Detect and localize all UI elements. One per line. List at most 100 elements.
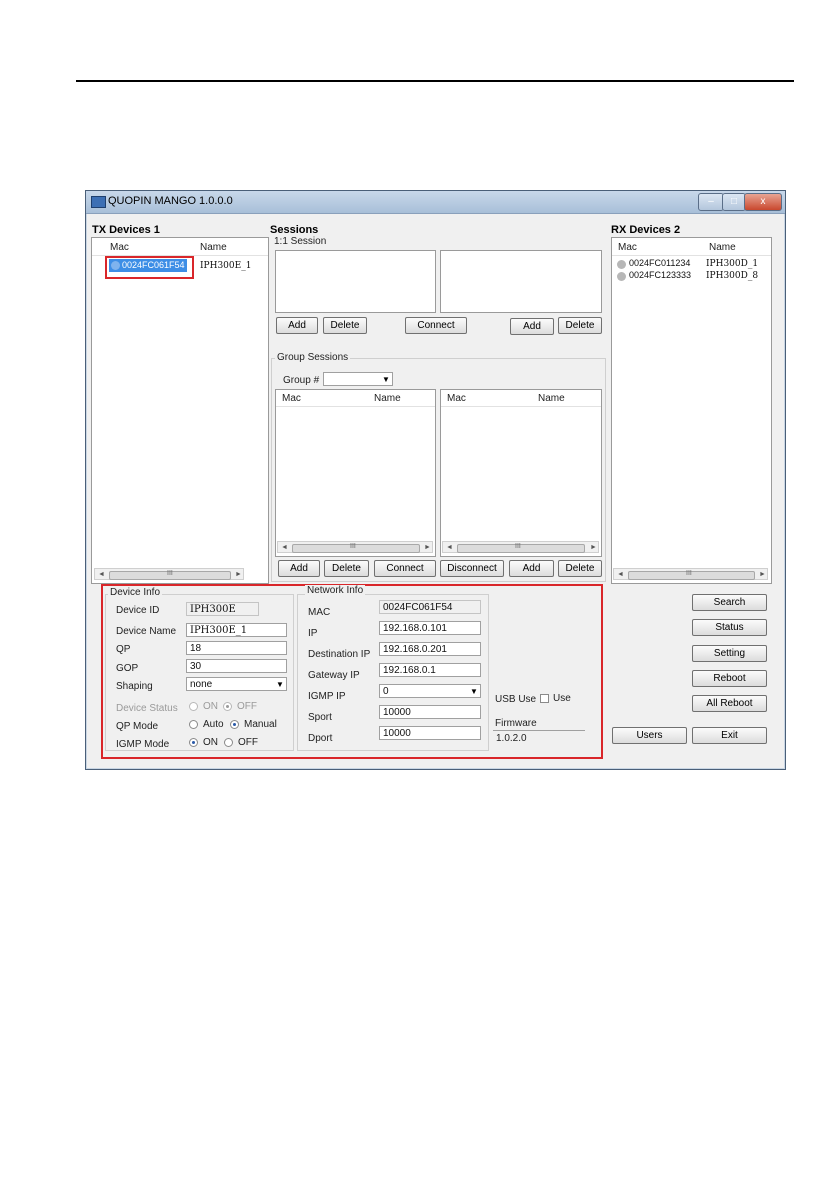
rx-horizontal-scrollbar[interactable]: ◄ III ► [613,568,768,580]
usb-use-check-label[interactable]: Use [553,693,571,704]
scroll-right-icon[interactable]: ► [235,569,242,580]
igmp-on-label[interactable]: ON [203,737,218,748]
group-connect-button[interactable]: Connect [374,560,436,577]
exit-button[interactable]: Exit [692,727,767,744]
scroll-right-icon[interactable]: ► [590,542,597,553]
qp-field[interactable]: 18 [186,641,287,655]
group-tx-col-name: Name [374,393,401,404]
firmware-version: 1.0.2.0 [496,733,527,744]
rx-devices-list[interactable]: Mac Name 0024FC011234 IPH300D_1 0024FC12… [611,237,772,584]
group-rx-list[interactable]: Mac Name ◄ III ► [440,389,602,557]
igmp-on-radio[interactable] [189,738,198,747]
rx-row-name: IPH300D_8 [706,271,759,281]
gateway-ip-label: Gateway IP [308,670,360,681]
session-tx-list[interactable] [275,250,436,313]
mac-field: 0024FC061F54 [379,600,481,614]
group-sessions-label: Group Sessions [275,352,351,363]
maximize-icon: □ [730,196,738,207]
destination-ip-label: Destination IP [308,649,371,660]
tx-row-mac: 0024FC061F54 [122,260,185,270]
group-tx-header-divider [276,406,435,407]
igmp-ip-select[interactable]: 0 ▼ [379,684,481,698]
list-item[interactable]: 0024FC123333 IPH300D_8 [616,270,771,282]
qp-mode-auto-label[interactable]: Auto [203,719,224,730]
scroll-right-icon[interactable]: ► [424,542,431,553]
group-tx-scrollbar[interactable]: ◄ III ► [277,541,433,553]
close-button[interactable]: x [744,193,782,211]
setting-button[interactable]: Setting [692,645,767,662]
device-status-dot [111,261,120,270]
list-item[interactable]: 0024FC011234 IPH300D_1 [616,258,771,270]
sport-field[interactable]: 10000 [379,705,481,719]
shaping-select[interactable]: none ▼ [186,677,287,691]
group-tx-col-mac: Mac [282,393,301,404]
tx-row-selected[interactable]: 0024FC061F54 [109,259,187,272]
users-button[interactable]: Users [612,727,687,744]
igmp-ip-value: 0 [383,686,389,697]
tx-horizontal-scrollbar[interactable]: ◄ III ► [94,568,244,580]
qp-mode-manual-radio[interactable] [230,720,239,729]
igmp-mode-label: IGMP Mode [116,739,170,750]
group-delete-button[interactable]: Delete [324,560,369,577]
scroll-left-icon[interactable]: ◄ [98,569,105,580]
qp-mode-auto-radio[interactable] [189,720,198,729]
session-connect-button[interactable]: Connect [405,317,467,334]
scroll-right-icon[interactable]: ► [759,569,766,580]
rx-header-divider [612,255,771,256]
chevron-down-icon[interactable]: ▼ [382,373,390,387]
usb-use-label: USB Use [495,694,537,705]
qp-mode-manual-label[interactable]: Manual [244,719,277,730]
usb-use-checkbox[interactable] [540,694,549,703]
scroll-left-icon[interactable]: ◄ [281,542,288,553]
rx-row-mac: 0024FC011234 [629,258,691,268]
one-to-one-session-label: 1:1 Session [274,236,327,247]
dport-field[interactable]: 10000 [379,726,481,740]
status-button[interactable]: Status [692,619,767,636]
reboot-button[interactable]: Reboot [692,670,767,687]
ip-field[interactable]: 192.168.0.101 [379,621,481,635]
tx-devices-title: TX Devices 1 [92,224,160,236]
device-name-field[interactable]: IPH300E_1 [186,623,287,637]
sessions-title: Sessions [270,224,319,236]
group-disconnect-button[interactable]: Disconnect [440,560,504,577]
chevron-down-icon[interactable]: ▼ [470,685,478,699]
igmp-off-radio[interactable] [224,738,233,747]
firmware-label: Firmware [495,718,537,729]
app-window: QUOPIN MANGO 1.0.0.0 – □ x TX Devices 1 … [85,190,786,770]
close-icon: x [760,196,766,207]
minimize-button[interactable]: – [698,193,724,211]
session-delete-button[interactable]: Delete [323,317,367,334]
gateway-ip-field[interactable]: 192.168.0.1 [379,663,481,677]
session-add-button[interactable]: Add [276,317,318,334]
rx-row-mac: 0024FC123333 [629,270,692,280]
scroll-left-icon[interactable]: ◄ [446,542,453,553]
chevron-down-icon[interactable]: ▼ [276,678,284,692]
all-reboot-button[interactable]: All Reboot [692,695,767,712]
session-rx-add-button[interactable]: Add [510,318,554,335]
device-name-label: Device Name [116,626,177,637]
igmp-off-label[interactable]: OFF [238,737,258,748]
group-number-select[interactable]: ▼ [323,372,393,386]
group-rx-col-name: Name [538,393,565,404]
device-status-off-label: OFF [237,701,257,712]
group-rx-scrollbar[interactable]: ◄ III ► [442,541,599,553]
minimize-icon: – [708,196,714,207]
maximize-button[interactable]: □ [722,193,746,211]
group-add-button[interactable]: Add [278,560,320,577]
group-rx-add-button[interactable]: Add [509,560,554,577]
gop-field[interactable]: 30 [186,659,287,673]
session-rx-list[interactable] [440,250,602,313]
group-rx-col-mac: Mac [447,393,466,404]
group-tx-list[interactable]: Mac Name ◄ III ► [275,389,436,557]
tx-devices-list[interactable]: Mac Name 0024FC061F54 IPH300E_1 ◄ III ► [91,237,269,584]
session-rx-delete-button[interactable]: Delete [558,317,602,334]
scroll-thumb[interactable] [457,544,585,553]
group-rx-delete-button[interactable]: Delete [558,560,602,577]
device-info-label: Device Info [108,587,163,598]
network-info-label: Network Info [305,585,366,596]
search-button[interactable]: Search [692,594,767,611]
scroll-left-icon[interactable]: ◄ [617,569,624,580]
scroll-thumb[interactable] [292,544,420,553]
rx-col-mac: Mac [618,242,637,253]
destination-ip-field[interactable]: 192.168.0.201 [379,642,481,656]
